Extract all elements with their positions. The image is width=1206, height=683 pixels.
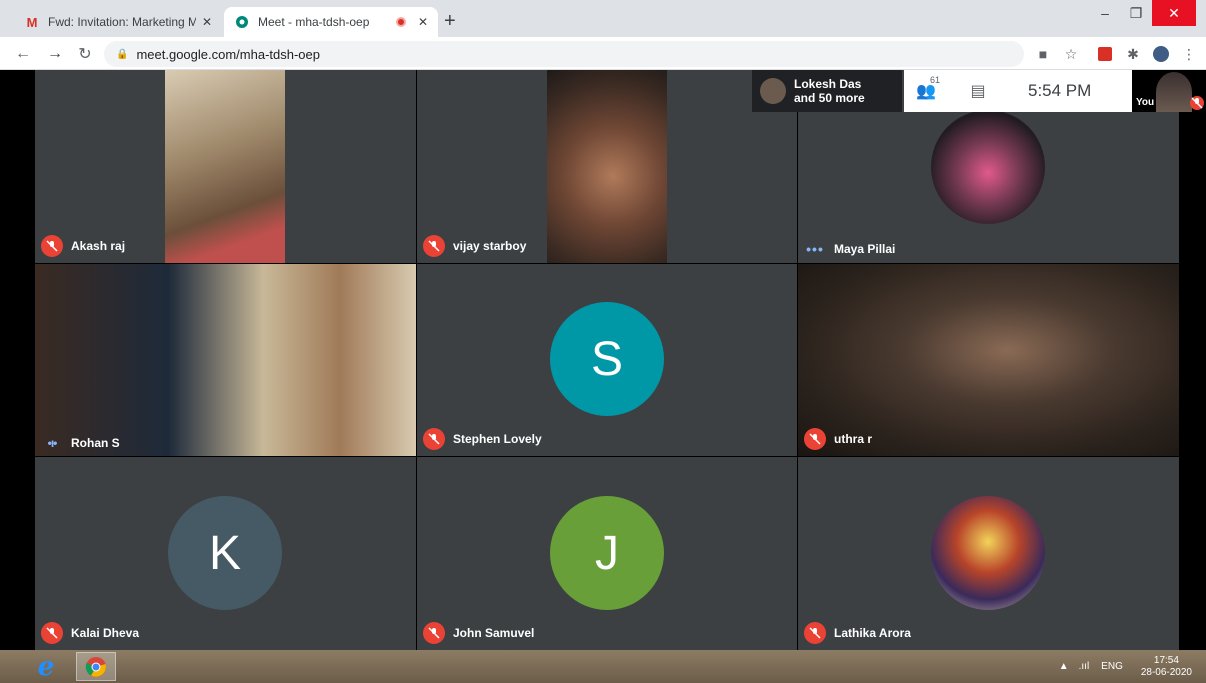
tab-close-icon[interactable]: ✕ — [202, 15, 212, 29]
extensions-puzzle-icon[interactable]: ✱ — [1124, 45, 1142, 63]
participant-tile[interactable]: vijay starboy — [417, 70, 797, 263]
chat-button[interactable]: ▤ — [956, 81, 1000, 101]
tab-gmail[interactable]: M Fwd: Invitation: Marketing Mana ✕ — [14, 7, 222, 37]
participant-name: uthra r — [834, 432, 873, 446]
participant-tile[interactable]: Akash raj — [35, 70, 416, 263]
participant-label: uthra r — [804, 428, 872, 450]
camera-icon[interactable]: ■ — [1034, 45, 1052, 63]
participant-avatar: J — [550, 496, 664, 610]
browser-toolbar: ← → ↻ 🔒 meet.google.com/mha-tdsh-oep ■ ☆… — [0, 37, 1206, 70]
address-bar[interactable]: 🔒 meet.google.com/mha-tdsh-oep — [104, 41, 1024, 67]
mic-off-icon — [41, 235, 63, 257]
participant-label: Kalai Dheva — [41, 622, 139, 644]
presenter-name: Lokesh Das — [794, 77, 862, 91]
participant-label: ••• Maya Pillai — [804, 241, 895, 257]
self-video — [1156, 72, 1192, 112]
participant-tile[interactable]: •ı• Rohan S — [35, 264, 416, 456]
participant-video — [35, 264, 416, 456]
participant-avatar: K — [168, 496, 282, 610]
maximize-button[interactable]: ❐ — [1121, 0, 1151, 26]
windows-taskbar: e ▲ .ııl ENG 17:54 28-06-2020 — [0, 650, 1206, 683]
participant-name: Maya Pillai — [834, 242, 896, 256]
extension-my-icon[interactable] — [1096, 45, 1114, 63]
participant-video — [165, 70, 285, 263]
participant-video — [547, 70, 667, 263]
people-button[interactable]: 👥 61 — [904, 75, 948, 101]
participant-name: John Samuvel — [453, 626, 535, 640]
self-mic-off-icon — [1190, 96, 1204, 110]
participant-tile[interactable]: S Stephen Lovely — [417, 264, 797, 456]
recording-icon — [395, 17, 406, 27]
participant-label: Akash raj — [41, 235, 125, 257]
url-text: meet.google.com/mha-tdsh-oep — [136, 46, 320, 62]
participant-tile[interactable]: J John Samuvel — [417, 457, 797, 650]
tab-title: Fwd: Invitation: Marketing Mana — [48, 15, 196, 29]
taskbar-clock[interactable]: 17:54 28-06-2020 — [1141, 655, 1192, 679]
meeting-controls: 👥 61 ▤ 5:54 PM — [904, 70, 1132, 112]
clock-date: 28-06-2020 — [1140, 666, 1192, 678]
language-indicator[interactable]: ENG — [1101, 661, 1123, 672]
avatar-initial: S — [590, 332, 623, 386]
minimize-button[interactable]: – — [1090, 0, 1120, 26]
chat-icon: ▤ — [970, 83, 986, 100]
participant-label: vijay starboy — [423, 235, 526, 257]
mic-off-icon — [423, 428, 445, 450]
system-tray: ▲ .ııl ENG 17:54 28-06-2020 — [1059, 650, 1192, 683]
participant-name: Akash raj — [71, 239, 126, 253]
lock-icon: 🔒 — [116, 48, 129, 60]
reload-icon[interactable]: ↻ — [74, 43, 96, 65]
presenter-avatar — [760, 78, 786, 104]
signal-icon[interactable]: .ııl — [1079, 661, 1090, 672]
forward-icon[interactable]: → — [44, 43, 66, 65]
participant-name: Kalai Dheva — [71, 626, 140, 640]
mic-off-icon — [804, 428, 826, 450]
avatar-initial: J — [595, 526, 619, 580]
close-window-button[interactable]: ✕ — [1152, 0, 1196, 26]
participant-name: Rohan S — [71, 436, 120, 450]
others-count-text: and 50 more — [794, 91, 865, 105]
tab-title: Meet - mha-tdsh-oep — [258, 15, 370, 29]
avatar-initial: K — [208, 526, 241, 580]
bookmark-star-icon[interactable]: ☆ — [1062, 45, 1080, 63]
tab-strip: M Fwd: Invitation: Marketing Mana ✕ Meet… — [0, 0, 1206, 37]
participant-name: vijay starboy — [453, 239, 527, 253]
participant-label: Stephen Lovely — [423, 428, 542, 450]
back-icon[interactable]: ← — [12, 43, 34, 65]
tray-expand-icon[interactable]: ▲ — [1059, 661, 1069, 672]
mic-off-icon — [423, 235, 445, 257]
self-view-tile[interactable]: You — [1132, 70, 1206, 112]
presenter-info[interactable]: Lokesh Das and 50 more — [752, 70, 902, 112]
gmail-icon: M — [26, 14, 38, 30]
participant-name: Lathika Arora — [834, 626, 911, 640]
participant-tile[interactable]: uthra r — [798, 264, 1179, 456]
participant-tile[interactable]: K Kalai Dheva — [35, 457, 416, 650]
meet-icon — [234, 14, 250, 30]
profile-avatar-icon[interactable] — [1152, 45, 1170, 63]
participant-tile[interactable]: Lathika Arora — [798, 457, 1179, 650]
menu-kebab-icon[interactable]: ⋮ — [1180, 45, 1198, 63]
participant-name: Stephen Lovely — [453, 432, 542, 446]
mic-off-icon — [41, 622, 63, 644]
participant-avatar: S — [550, 302, 664, 416]
internet-explorer-icon[interactable]: e — [26, 652, 66, 682]
participant-label: •ı• Rohan S — [41, 436, 120, 450]
tab-close-icon[interactable]: ✕ — [418, 15, 428, 29]
clock-time: 17:54 — [1153, 654, 1179, 666]
self-label: You — [1136, 97, 1155, 108]
participant-label: Lathika Arora — [804, 622, 911, 644]
participant-avatar — [931, 496, 1045, 610]
participant-avatar — [931, 110, 1045, 224]
new-tab-button[interactable]: + — [444, 10, 456, 33]
participant-count: 61 — [930, 75, 941, 85]
tab-meet[interactable]: Meet - mha-tdsh-oep ✕ — [224, 7, 438, 37]
more-dots-icon: ••• — [806, 241, 824, 257]
mic-off-icon — [804, 622, 826, 644]
participant-label: John Samuvel — [423, 622, 534, 644]
meet-stage: Akash raj vijay starboy ••• Maya Pillai … — [0, 70, 1206, 650]
speaking-indicator-icon: •ı• — [47, 436, 58, 450]
meeting-time: 5:54 PM — [1028, 81, 1092, 100]
mic-off-icon — [423, 622, 445, 644]
chrome-taskbar-icon[interactable] — [76, 652, 116, 681]
